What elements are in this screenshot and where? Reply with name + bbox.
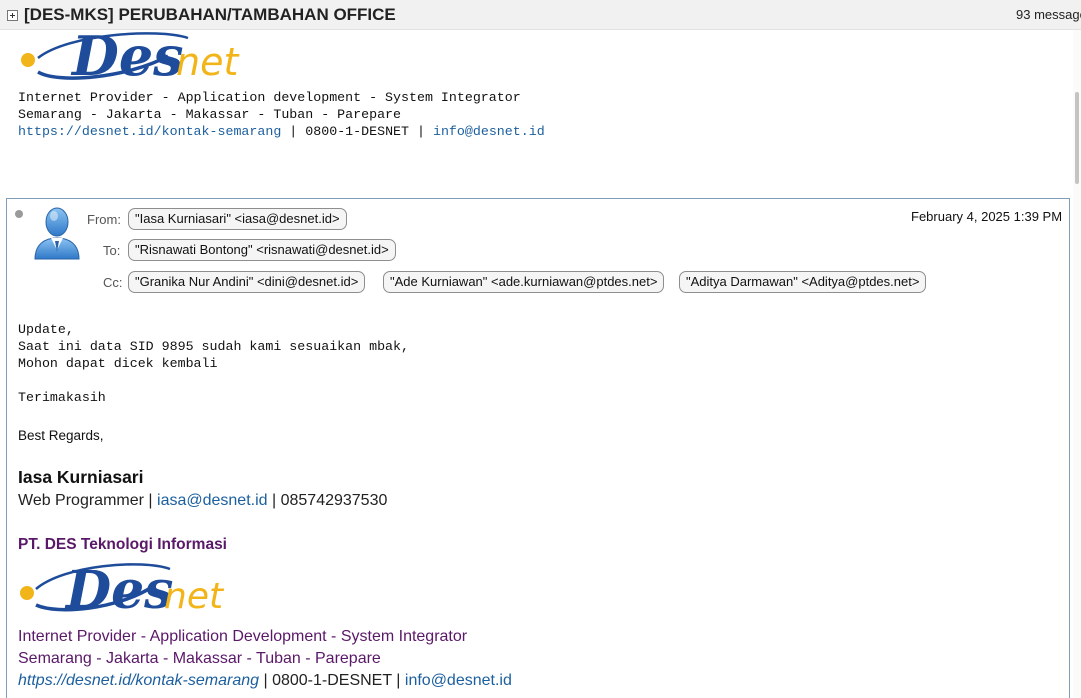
svg-text:net: net bbox=[164, 576, 225, 615]
body-line: Update, bbox=[18, 322, 74, 337]
cc-label: Cc: bbox=[103, 275, 123, 290]
body-line: Saat ini data SID 9895 sudah kami sesuai… bbox=[18, 339, 409, 354]
signature-email2-link[interactable]: info@desnet.id bbox=[405, 672, 512, 689]
signature-url-link[interactable]: https://desnet.id/kontak-semarang bbox=[18, 672, 259, 689]
scrollbar-thumb[interactable] bbox=[1075, 92, 1079, 184]
prev-signature-url-link[interactable]: https://desnet.id/kontak-semarang bbox=[18, 124, 281, 139]
signature-email-link[interactable]: iasa@desnet.id bbox=[157, 492, 268, 509]
expand-icon[interactable] bbox=[7, 10, 18, 21]
signature-phone: 0800-1-DESNET bbox=[272, 672, 392, 689]
body-line: Terimakasih bbox=[18, 390, 106, 405]
prev-signature-email-link[interactable]: info@desnet.id bbox=[433, 124, 545, 139]
thread-header: [DES-MKS] PERUBAHAN/TAMBAHAN OFFICE 93 m… bbox=[0, 0, 1081, 30]
svg-text:Des: Des bbox=[64, 560, 173, 615]
regards-text: Best Regards, bbox=[18, 428, 104, 443]
to-label: To: bbox=[103, 243, 121, 258]
svg-text:net: net bbox=[176, 40, 240, 82]
prev-signature-phone: 0800-1-DESNET bbox=[305, 124, 410, 139]
cc-address-pill[interactable]: "Aditya Darmawan" <Aditya@ptdes.net> bbox=[679, 271, 927, 293]
cc-address-pill[interactable]: "Granika Nur Andini" <dini@desnet.id> bbox=[128, 271, 366, 293]
to-address-pill[interactable]: "Risnawati Bontong" <risnawati@desnet.id… bbox=[128, 239, 396, 261]
signature-company: PT. DES Teknologi Informasi bbox=[18, 536, 227, 553]
desnet-logo: Des net bbox=[20, 560, 225, 615]
thread-title: [DES-MKS] PERUBAHAN/TAMBAHAN OFFICE bbox=[24, 5, 396, 24]
prev-signature-line2: Semarang - Jakarta - Makassar - Tuban - … bbox=[18, 107, 402, 122]
prev-signature-line1: Internet Provider - Application developm… bbox=[18, 90, 521, 105]
message-card: From: "Iasa Kurniasari" <iasa@desnet.id>… bbox=[6, 198, 1070, 698]
user-avatar-icon bbox=[34, 207, 80, 260]
from-address-pill[interactable]: "Iasa Kurniasari" <iasa@desnet.id> bbox=[128, 208, 347, 230]
message-date: February 4, 2025 1:39 PM bbox=[911, 209, 1063, 224]
signature-line2: Semarang - Jakarta - Makassar - Tuban - … bbox=[18, 650, 381, 667]
signature-role-line: Web Programmer | iasa@desnet.id | 085742… bbox=[18, 492, 388, 509]
scrollbar[interactable] bbox=[1073, 30, 1081, 698]
message-count: 93 message bbox=[1016, 7, 1081, 22]
signature-contact: https://desnet.id/kontak-semarang | 0800… bbox=[18, 672, 512, 689]
unread-dot-icon[interactable] bbox=[15, 210, 23, 218]
desnet-logo: Des net bbox=[21, 28, 240, 82]
signature-line1: Internet Provider - Application Developm… bbox=[18, 628, 468, 645]
body-line: Mohon dapat dicek kembali bbox=[18, 356, 218, 371]
signature-name: Iasa Kurniasari bbox=[18, 467, 144, 487]
from-label: From: bbox=[87, 212, 121, 227]
svg-text:Des: Des bbox=[70, 28, 184, 82]
prev-signature-contact: https://desnet.id/kontak-semarang | 0800… bbox=[18, 124, 545, 139]
cc-address-pill[interactable]: "Ade Kurniawan" <ade.kurniawan@ptdes.net… bbox=[383, 271, 665, 293]
